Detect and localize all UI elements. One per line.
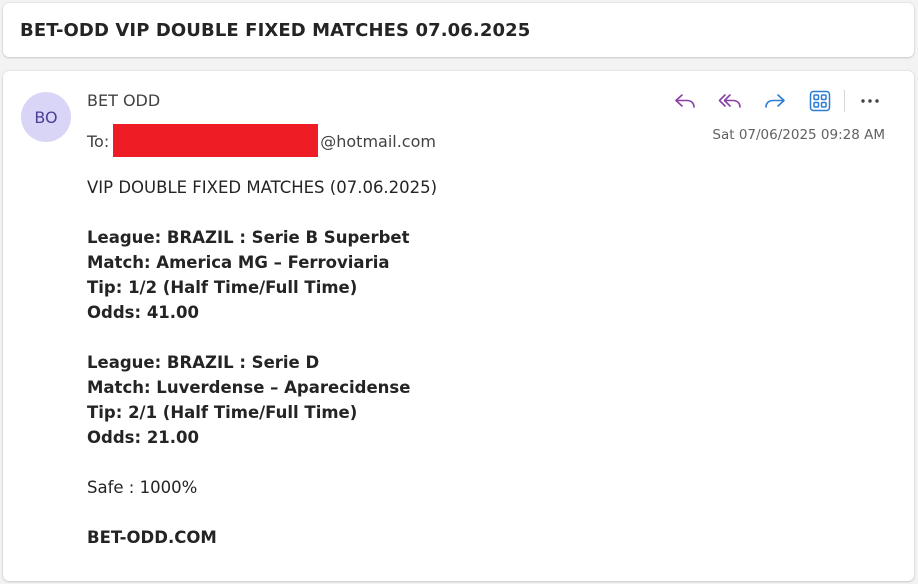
avatar[interactable]: BO [21,92,71,142]
recipient-email-suffix[interactable]: @hotmail.com [320,132,436,151]
reply-all-icon [718,94,741,108]
forward-button[interactable] [761,87,789,115]
more-options-button[interactable] [856,87,884,115]
safe-line: Safe : 1000% [87,478,198,497]
match1-odds: Odds: 41.00 [87,303,200,322]
email-subject: BET-ODD VIP DOUBLE FIXED MATCHES 07.06.2… [20,19,531,41]
match2-odds: Odds: 21.00 [87,428,200,447]
reply-icon [675,94,695,108]
reply-all-button[interactable] [716,87,744,115]
toolbar-divider [844,90,845,112]
body-intro: VIP DOUBLE FIXED MATCHES (07.06.2025) [87,178,438,197]
match1-league: League: BRAZIL : Serie B Superbet [87,228,410,247]
apps-icon [809,90,831,112]
message-pane: BO BET ODD To: @hotmail.com Sat 07/06/20… [3,71,914,581]
site-link: BET-ODD.COM [87,528,217,547]
subject-header: BET-ODD VIP DOUBLE FIXED MATCHES 07.06.2… [3,3,914,57]
message-timestamp: Sat 07/06/2025 09:28 AM [712,127,885,143]
forward-icon [765,94,785,108]
message-actions [671,87,884,115]
match2-league: League: BRAZIL : Serie D [87,353,320,372]
redacted-email [113,124,319,157]
apps-button[interactable] [806,87,834,115]
more-options-icon [861,99,879,103]
match2-match: Match: Luverdense – Aparecidense [87,378,411,397]
message-body: VIP DOUBLE FIXED MATCHES (07.06.2025) Le… [87,175,887,550]
reply-button[interactable] [671,87,699,115]
match2-tip: Tip: 2/1 (Half Time/Full Time) [87,403,358,422]
sender-name[interactable]: BET ODD [87,91,160,110]
match1-match: Match: America MG – Ferroviaria [87,253,390,272]
match1-tip: Tip: 1/2 (Half Time/Full Time) [87,278,358,297]
to-label: To: [87,132,110,151]
recipient-line: To: @hotmail.com [87,124,436,158]
